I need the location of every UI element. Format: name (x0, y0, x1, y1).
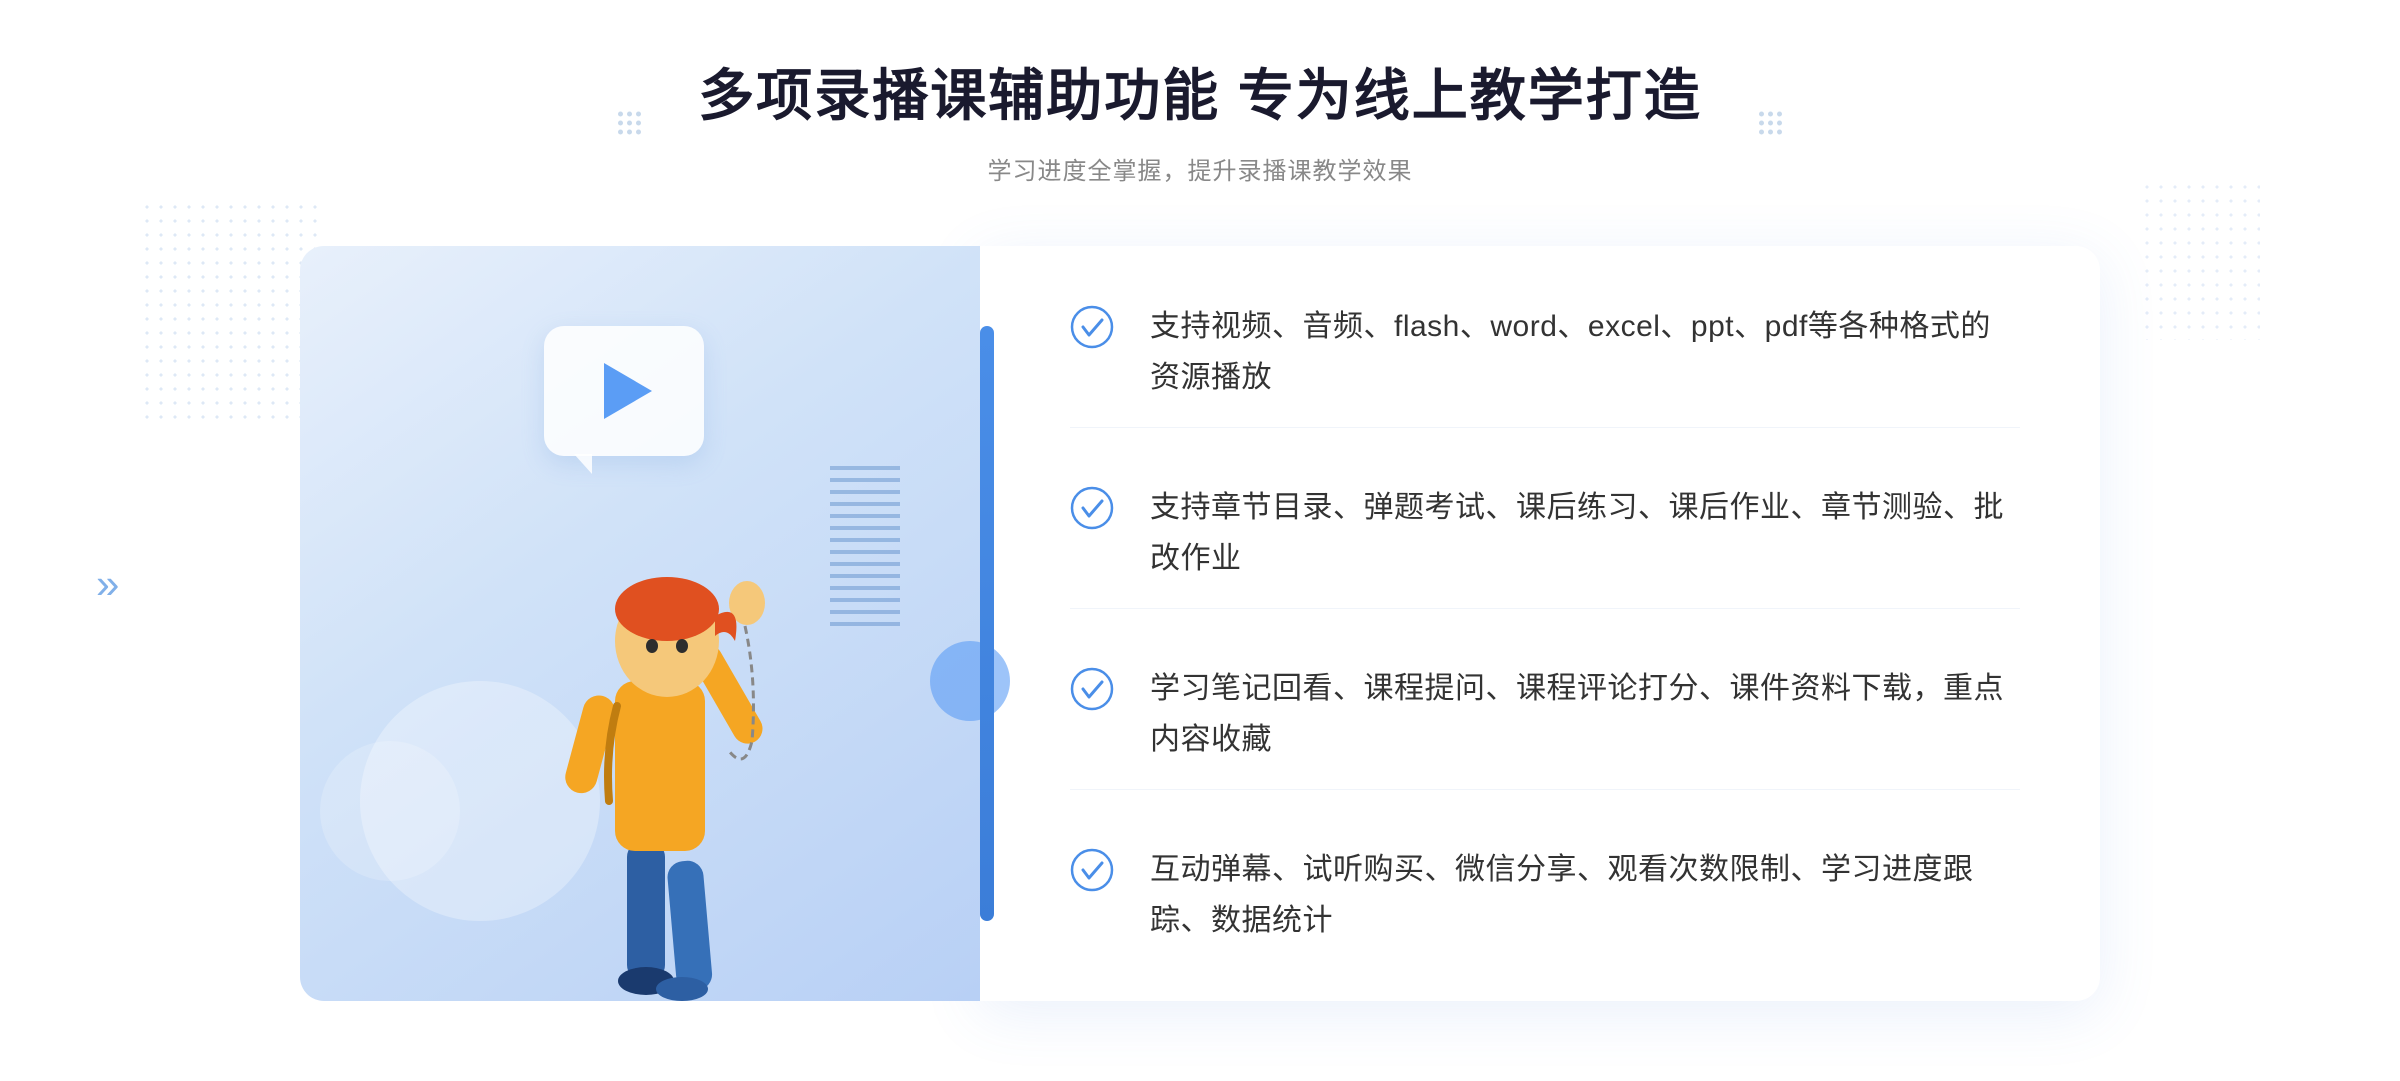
play-bubble (544, 326, 704, 456)
check-icon-3 (1070, 667, 1114, 711)
chevron-decoration: » (96, 560, 119, 608)
page-wrapper: » 多项录播课辅助功能 专为线上教学打造 学习进度全掌握，提升录播课教学效果 (0, 0, 2400, 1081)
main-title: 多项录播课辅助功能 专为线上教学打造 (698, 60, 1702, 133)
feature-item-3: 学习笔记回看、课程提问、课程评论打分、课件资料下载，重点内容收藏 (1070, 639, 2020, 790)
feature-item-2: 支持章节目录、弹题考试、课后练习、课后作业、章节测验、批改作业 (1070, 458, 2020, 609)
circle-medium-decor (320, 741, 460, 881)
human-figure-illustration (487, 441, 827, 1001)
header-dots-right (1759, 111, 1782, 134)
feature-text-3: 学习笔记回看、课程提问、课程评论打分、课件资料下载，重点内容收藏 (1150, 663, 2020, 765)
check-icon-2 (1070, 486, 1114, 530)
circle-small-blue-decor (930, 641, 1010, 721)
header-section: 多项录播课辅助功能 专为线上教学打造 学习进度全掌握，提升录播课教学效果 (698, 60, 1702, 186)
dots-decoration-right (2140, 180, 2260, 340)
illustration-box (300, 246, 980, 1001)
play-icon (604, 363, 652, 419)
check-icon-1 (1070, 305, 1114, 349)
blue-accent-strip (980, 326, 994, 921)
stripes-decoration (830, 466, 900, 626)
subtitle: 学习进度全掌握，提升录播课教学效果 (698, 151, 1702, 186)
feature-text-1: 支持视频、音频、flash、word、excel、ppt、pdf等各种格式的资源… (1150, 301, 2020, 403)
main-content: 支持视频、音频、flash、word、excel、ppt、pdf等各种格式的资源… (300, 246, 2100, 1001)
check-icon-4 (1070, 848, 1114, 892)
feature-item-1: 支持视频、音频、flash、word、excel、ppt、pdf等各种格式的资源… (1070, 301, 2020, 428)
feature-item-4: 互动弹幕、试听购买、微信分享、观看次数限制、学习进度跟踪、数据统计 (1070, 820, 2020, 946)
dots-decoration-left (140, 200, 320, 420)
features-card: 支持视频、音频、flash、word、excel、ppt、pdf等各种格式的资源… (980, 246, 2100, 1001)
feature-text-4: 互动弹幕、试听购买、微信分享、观看次数限制、学习进度跟踪、数据统计 (1150, 844, 2020, 946)
feature-text-2: 支持章节目录、弹题考试、课后练习、课后作业、章节测验、批改作业 (1150, 482, 2020, 584)
header-dots-left (618, 111, 641, 134)
